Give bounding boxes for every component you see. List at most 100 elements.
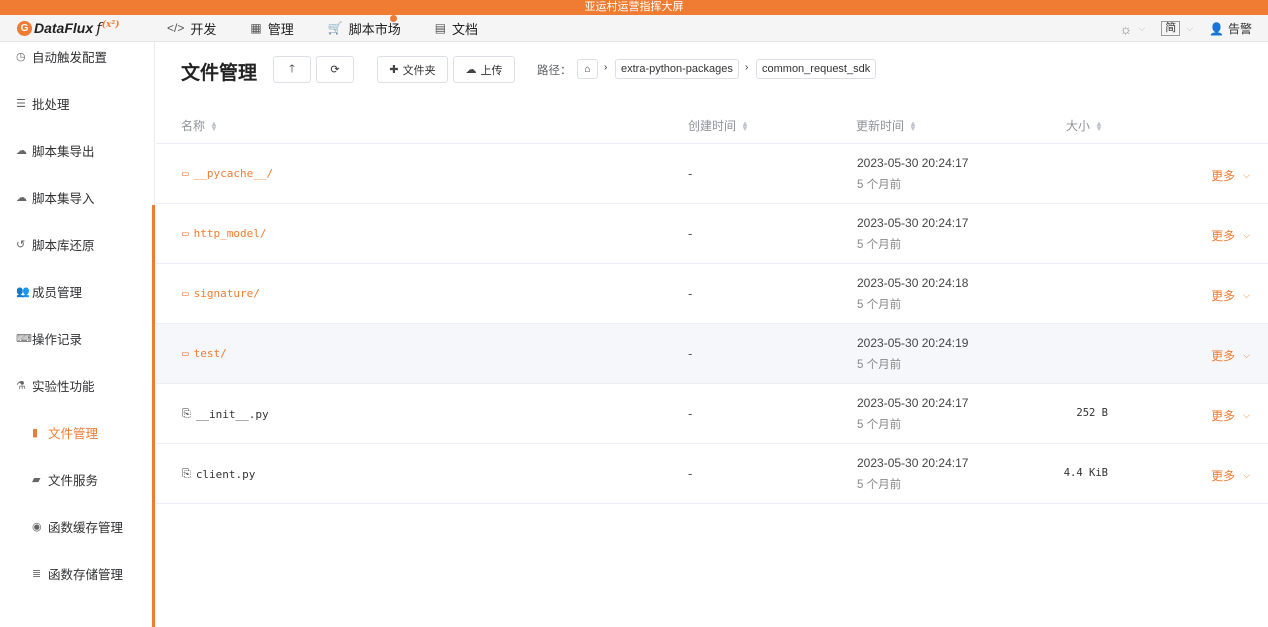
chevron-down-icon: ⌵ (1186, 23, 1194, 33)
more-dropdown[interactable]: 更多 ⌵ (1211, 287, 1250, 304)
notification-dot (389, 14, 397, 22)
updated-time-cell: 2023-05-30 20:24:19 5 个月前 (857, 336, 968, 372)
user-menu[interactable]: 👤 告警 (1209, 20, 1252, 37)
sidebar-item-restore[interactable]: ↺ 脚本库还原 (16, 235, 95, 254)
more-dropdown[interactable]: 更多 ⌵ (1211, 467, 1250, 484)
logo-fx: f(x²) (96, 19, 120, 37)
created-time: - (688, 406, 693, 421)
table-row[interactable]: ▭ test/ - 2023-05-30 20:24:19 5 个月前 更多 ⌵ (156, 324, 1268, 384)
table-row[interactable]: ▭ signature/ - 2023-05-30 20:24:18 5 个月前 更多 ⌵ (156, 264, 1268, 324)
folder-icon: ▭ (182, 287, 189, 300)
sidebar-item-auto-trigger[interactable]: ◷ 自动触发配置 (16, 47, 107, 66)
file-name: test/ (193, 347, 227, 360)
table-row[interactable]: ▭ http_model/ - 2023-05-30 20:24:17 5 个月前 更多 ⌵ (156, 204, 1268, 264)
chevron-down-icon: ⌵ (1243, 170, 1250, 180)
logo[interactable]: G DataFlux f(x²) (17, 19, 167, 37)
file-name-cell[interactable]: ▭ http_model/ (182, 227, 266, 240)
logo-brand: DataFlux (34, 20, 94, 36)
relative-time: 5 个月前 (857, 479, 902, 491)
file-name: __init__.py (195, 407, 269, 421)
cart-icon: 🛒 (327, 21, 343, 35)
breadcrumb-item[interactable]: common_request_sdk (756, 59, 877, 79)
updated-time: 2023-05-30 20:24:17 (857, 216, 969, 230)
more-label: 更多 (1211, 169, 1236, 183)
sidebar-item-members[interactable]: 👥 成员管理 (16, 282, 82, 301)
go-up-button[interactable]: 🡑 (273, 56, 311, 83)
nav-item-docs[interactable]: ▤ 文档 (435, 19, 478, 38)
table-row[interactable]: ⎘ client.py - 2023-05-30 20:24:17 5 个月前 4.4 K… (156, 444, 1268, 504)
file-name: http_model/ (193, 227, 267, 240)
updated-time-cell: 2023-05-30 20:24:17 5 个月前 (857, 216, 968, 252)
nav-label: 文档 (452, 21, 479, 37)
cloud-upload-icon: ☁ (16, 192, 27, 204)
relative-time: 5 个月前 (857, 179, 902, 191)
column-header-name[interactable]: 名称 ▲ ▼ (181, 117, 218, 134)
sidebar-item-file-service[interactable]: ▰ 文件服务 (32, 470, 98, 489)
file-name: __pycache__/ (193, 167, 274, 180)
relative-time: 5 个月前 (857, 359, 902, 371)
arrow-up-icon: 🡑 (289, 63, 295, 75)
column-header-size[interactable]: 大小 ▲ ▼ (1066, 117, 1103, 134)
home-icon: ⌂ (584, 63, 591, 75)
sidebar-item-label: 脚本集导入 (32, 192, 95, 206)
sidebar: ◷ 自动触发配置 ☰ 批处理 ☁ 脚本集导出 ☁ 脚本集导入 ↺ 脚本库还原 👥… (0, 42, 155, 627)
language-label: 简 (1161, 21, 1181, 36)
database-icon: ≣ (32, 568, 42, 580)
sidebar-item-label: 文件服务 (48, 474, 99, 488)
new-folder-button[interactable]: ✚ 文件夹 (377, 56, 448, 83)
column-header-created[interactable]: 创建时间 ▲ ▼ (688, 117, 749, 134)
upload-label: 上传 (480, 64, 503, 77)
nav-item-market[interactable]: 🛒 脚本市场 (327, 14, 401, 38)
file-name-cell[interactable]: ⎘ __init__.py (182, 407, 269, 421)
upload-button[interactable]: ☁ 上传 (453, 56, 515, 83)
sidebar-item-func-cache[interactable]: ◉ 函数缓存管理 (32, 517, 123, 536)
more-dropdown[interactable]: 更多 ⌵ (1211, 227, 1250, 244)
active-accent-bar (152, 205, 155, 627)
sidebar-item-export[interactable]: ☁ 脚本集导出 (16, 141, 95, 160)
more-dropdown[interactable]: 更多 ⌵ (1211, 407, 1250, 424)
column-header-updated[interactable]: 更新时间 ▲ ▼ (856, 117, 917, 134)
list-icon: ☰ (16, 98, 26, 110)
refresh-button[interactable]: ⟳ (316, 56, 354, 83)
breadcrumb-home[interactable]: ⌂ (577, 59, 598, 79)
sidebar-item-import[interactable]: ☁ 脚本集导入 (16, 188, 95, 207)
page-title: 文件管理 (181, 63, 258, 84)
column-label: 名称 (181, 119, 206, 133)
nav-label: 管理 (267, 21, 294, 37)
language-select[interactable]: 简 ⌵ (1161, 21, 1193, 36)
file-name-cell[interactable]: ⎘ client.py (182, 467, 255, 481)
more-dropdown[interactable]: 更多 ⌵ (1211, 167, 1250, 184)
sidebar-item-label: 文件管理 (48, 427, 99, 441)
sidebar-item-label: 实验性功能 (32, 380, 95, 394)
sidebar-item-func-store[interactable]: ≣ 函数存储管理 (32, 564, 123, 583)
more-dropdown[interactable]: 更多 ⌵ (1211, 347, 1250, 364)
nav-item-dev[interactable]: </> 开发 (167, 19, 216, 38)
chevron-down-icon: ⌵ (1243, 350, 1250, 360)
sun-icon: ☼ (1119, 20, 1133, 37)
refresh-icon: ⟳ (330, 64, 340, 76)
sidebar-item-file-manage[interactable]: ▮ 文件管理 (32, 423, 98, 442)
table-row[interactable]: ▭ __pycache__/ - 2023-05-30 20:24:17 5 个月前 更多… (156, 144, 1268, 204)
column-label: 更新时间 (856, 119, 905, 133)
clock-icon: ◷ (16, 51, 26, 63)
file-code-icon: ⎘ (182, 467, 191, 480)
folder-icon: ▭ (182, 347, 189, 360)
book-icon: ▤ (434, 21, 447, 35)
cloud-download-icon: ☁ (16, 145, 27, 157)
sidebar-item-batch[interactable]: ☰ 批处理 (16, 94, 70, 113)
file-name-cell[interactable]: ▭ signature/ (182, 287, 260, 300)
file-name-cell[interactable]: ▭ __pycache__/ (182, 167, 273, 180)
sidebar-item-operation-log[interactable]: ⌨ 操作记录 (16, 329, 82, 348)
path-label: 路径： (537, 65, 572, 77)
table-row[interactable]: ⎘ __init__.py - 2023-05-30 20:24:17 5 个月前 252… (156, 384, 1268, 444)
sidebar-item-experimental[interactable]: ⚗ 实验性功能 (16, 376, 95, 395)
nav-item-manage[interactable]: ▦ 管理 (250, 19, 293, 38)
sort-icon: ▲ ▼ (741, 118, 749, 133)
file-name-cell[interactable]: ▭ test/ (182, 347, 227, 360)
breadcrumb-item[interactable]: extra-python-packages (615, 59, 739, 79)
updated-time: 2023-05-30 20:24:17 (857, 456, 969, 470)
theme-toggle[interactable]: ☼ ⌵ (1120, 21, 1146, 37)
created-time: - (688, 226, 693, 241)
flask-icon: ⚗ (16, 380, 26, 392)
column-label: 大小 (1066, 119, 1091, 133)
